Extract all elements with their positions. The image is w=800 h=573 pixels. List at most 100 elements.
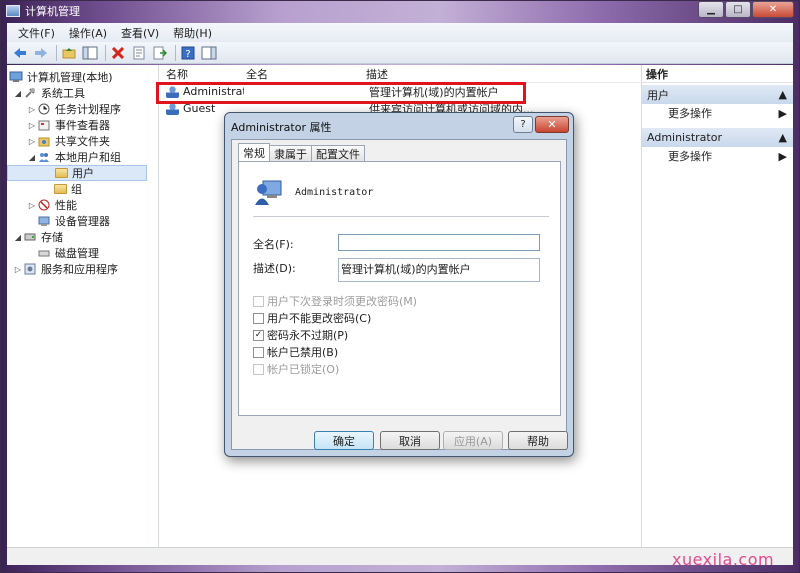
action-pane: 操作 用户 ▲ 更多操作 ▶ Administrator ▲ 更多操作 ▶ bbox=[641, 65, 793, 547]
tree-label: 设备管理器 bbox=[55, 215, 110, 228]
fullname-input[interactable] bbox=[338, 234, 540, 251]
dialog-help-button[interactable]: ? bbox=[513, 116, 533, 133]
column-header-fullname[interactable]: 全名 bbox=[240, 66, 360, 82]
close-button[interactable]: ✕ bbox=[752, 1, 794, 18]
user-icon bbox=[166, 85, 179, 98]
row-description: 管理计算机(域)的内置帐户 bbox=[369, 85, 499, 99]
tree-item-disk-management[interactable]: 磁盘管理 bbox=[7, 245, 158, 261]
folder-icon bbox=[54, 167, 68, 180]
expanded-arrow-icon[interactable]: ◢ bbox=[13, 233, 23, 242]
fullname-label: 全名(F): bbox=[253, 238, 294, 251]
toolbar: ? bbox=[7, 42, 793, 64]
checkbox-box[interactable] bbox=[253, 363, 264, 375]
checkmark-icon[interactable]: ✓ bbox=[253, 329, 264, 341]
help-icon[interactable]: ? bbox=[179, 44, 197, 62]
checkbox-account-locked[interactable]: 帐户已锁定(O) bbox=[253, 361, 339, 377]
dialog-close-button[interactable]: ✕ bbox=[535, 116, 569, 133]
list-header: 名称 全名 描述 bbox=[160, 65, 640, 83]
tree-item-services-apps[interactable]: ▷ 服务和应用程序 bbox=[7, 261, 158, 277]
collapsed-arrow-icon[interactable]: ▷ bbox=[27, 137, 37, 146]
tree-item-storage[interactable]: ◢ 存储 bbox=[7, 229, 158, 245]
tree-item-users[interactable]: 用户 bbox=[7, 165, 147, 181]
account-name: Administrator bbox=[295, 187, 374, 198]
folder-icon bbox=[53, 183, 67, 196]
checkbox-label: 密码永不过期(P) bbox=[267, 329, 349, 342]
tab-strip: 常规 隶属于 配置文件 bbox=[238, 143, 365, 161]
menu-help[interactable]: 帮助(H) bbox=[166, 25, 219, 41]
toolbar-separator bbox=[56, 44, 57, 61]
tree-item-device-manager[interactable]: 设备管理器 bbox=[7, 213, 158, 229]
tab-general[interactable]: 常规 bbox=[238, 143, 270, 161]
checkbox-password-never-expires[interactable]: ✓ 密码永不过期(P) bbox=[253, 327, 348, 343]
tree-item-local-users-groups[interactable]: ◢ 本地用户和组 bbox=[7, 149, 158, 165]
properties-dialog: Administrator 属性 ? ✕ 常规 隶属于 配置文件 Adminis… bbox=[224, 112, 574, 457]
collapse-up-icon[interactable]: ▲ bbox=[779, 88, 787, 101]
action-more-actions-admin[interactable]: 更多操作 ▶ bbox=[642, 147, 793, 165]
collapsed-arrow-icon[interactable]: ▷ bbox=[27, 201, 37, 210]
tab-member-of[interactable]: 隶属于 bbox=[269, 145, 312, 161]
tree-label: 系统工具 bbox=[41, 87, 85, 100]
cancel-button[interactable]: 取消 bbox=[380, 431, 440, 450]
column-header-description[interactable]: 描述 bbox=[360, 66, 388, 82]
apply-button[interactable]: 应用(A) bbox=[443, 431, 503, 450]
delete-icon[interactable] bbox=[109, 44, 127, 62]
action-section-administrator[interactable]: Administrator ▲ bbox=[642, 128, 793, 147]
tree-label: 事件查看器 bbox=[55, 119, 110, 132]
description-input[interactable]: 管理计算机(域)的内置帐户 bbox=[338, 258, 540, 282]
action-more-actions-users[interactable]: 更多操作 ▶ bbox=[642, 104, 793, 122]
checkbox-cannot-change-password[interactable]: 用户不能更改密码(C) bbox=[253, 310, 371, 326]
menu-file[interactable]: 文件(F) bbox=[11, 25, 62, 41]
tree-item-event-viewer[interactable]: ▷ 事件查看器 bbox=[7, 117, 158, 133]
action-section-users[interactable]: 用户 ▲ bbox=[642, 85, 793, 104]
svg-text:?: ? bbox=[185, 49, 190, 60]
checkbox-box[interactable] bbox=[253, 346, 264, 358]
column-header-name[interactable]: 名称 bbox=[160, 66, 240, 82]
tree-item-task-scheduler[interactable]: ▷ 任务计划程序 bbox=[7, 101, 158, 117]
expanded-arrow-icon[interactable]: ◢ bbox=[27, 153, 37, 162]
minimize-button[interactable]: ▁ bbox=[698, 1, 724, 18]
checkbox-box[interactable] bbox=[253, 295, 264, 307]
menu-view[interactable]: 查看(V) bbox=[114, 25, 166, 41]
tree-item-system-tools[interactable]: ◢ 系统工具 bbox=[7, 85, 158, 101]
clock-icon bbox=[37, 103, 51, 116]
action-pane-toggle-icon[interactable] bbox=[200, 44, 218, 62]
tree-item-performance[interactable]: ▷ 性能 bbox=[7, 197, 158, 213]
tree-item-shared-folders[interactable]: ▷ 共享文件夹 bbox=[7, 133, 158, 149]
window-title: 计算机管理 bbox=[25, 5, 80, 18]
forward-arrow-icon[interactable] bbox=[32, 44, 50, 62]
collapsed-arrow-icon[interactable]: ▷ bbox=[27, 121, 37, 130]
section-label: 用户 bbox=[647, 88, 669, 102]
menu-action[interactable]: 操作(A) bbox=[62, 25, 114, 41]
collapsed-arrow-icon[interactable]: ▷ bbox=[27, 105, 37, 114]
expanded-arrow-icon[interactable]: ◢ bbox=[13, 89, 23, 98]
ok-button[interactable]: 确定 bbox=[314, 431, 374, 450]
user-account-icon bbox=[255, 180, 282, 205]
disk-icon bbox=[37, 247, 51, 260]
tree-item-root[interactable]: 计算机管理(本地) bbox=[7, 69, 158, 85]
window-controls: ▁ □ ✕ bbox=[697, 1, 794, 18]
collapsed-arrow-icon[interactable]: ▷ bbox=[13, 265, 23, 274]
maximize-button[interactable]: □ bbox=[725, 1, 751, 18]
checkbox-account-disabled[interactable]: 帐户已禁用(B) bbox=[253, 344, 338, 360]
services-icon bbox=[23, 263, 37, 276]
show-hide-tree-icon[interactable] bbox=[81, 44, 99, 62]
title-bar[interactable]: 计算机管理 ▁ □ ✕ bbox=[0, 0, 800, 22]
export-list-icon[interactable] bbox=[151, 44, 169, 62]
table-row-administrator[interactable]: Administrat... 管理计算机(域)的内置帐户 bbox=[160, 83, 640, 100]
tree-label: 计算机管理(本地) bbox=[27, 71, 113, 84]
watermark: xuexila.com bbox=[672, 550, 775, 569]
submenu-arrow-icon: ▶ bbox=[778, 106, 787, 120]
computer-icon bbox=[9, 71, 23, 84]
back-arrow-icon[interactable] bbox=[11, 44, 29, 62]
checkbox-label: 帐户已锁定(O) bbox=[267, 363, 340, 376]
checkbox-box[interactable] bbox=[253, 312, 264, 324]
properties-icon[interactable] bbox=[130, 44, 148, 62]
tab-profile[interactable]: 配置文件 bbox=[311, 145, 365, 161]
collapse-up-icon[interactable]: ▲ bbox=[779, 131, 787, 144]
tree-item-groups[interactable]: 组 bbox=[7, 181, 158, 197]
checkbox-must-change-password[interactable]: 用户下次登录时须更改密码(M) bbox=[253, 293, 417, 309]
performance-icon bbox=[37, 199, 51, 212]
help-button[interactable]: 帮助 bbox=[508, 431, 568, 450]
up-folder-icon[interactable] bbox=[60, 44, 78, 62]
toolbar-separator bbox=[175, 44, 176, 61]
